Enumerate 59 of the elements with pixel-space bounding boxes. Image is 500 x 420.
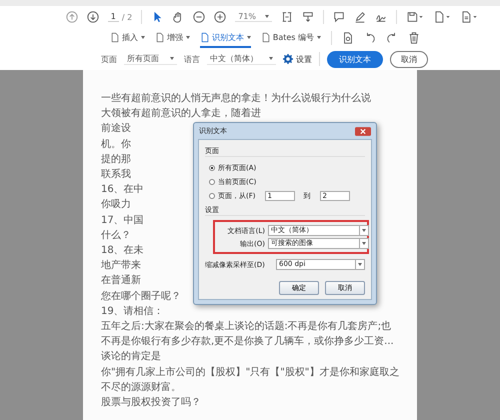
up-circle-icon[interactable] [66,11,78,23]
document-text-line: 机。你 [101,138,131,152]
document-text-line: 一些有超前意识的人悄无声息的拿走！为什么说银行为什么说 [101,92,371,106]
tool-tab[interactable]: 识别文本 [200,28,251,48]
document-text-line: 18、在未 [101,244,144,258]
undo-icon[interactable] [364,32,376,44]
page-number-field[interactable]: 1 [108,12,119,22]
radio-button[interactable] [209,179,215,185]
document-icon [110,32,120,42]
document-text-line: 地产带来 [101,258,141,274]
document-text-line: 你吸力 [101,198,131,212]
scroll-mode-icon[interactable] [302,11,314,23]
recognize-text-button[interactable]: 识别文本 [327,50,383,68]
page-total: / 2 [122,12,132,22]
document-text-line: 股票与股权投资了吗？ [101,396,201,410]
fit-page-icon[interactable] [281,11,293,23]
page-label: 页面 [101,54,117,64]
document-text-line: 16、在中 [101,182,144,198]
page-icon[interactable] [433,11,451,23]
zoom-in-icon[interactable] [214,11,226,23]
document-text-line: 联系我 [101,168,131,182]
document-search-icon[interactable] [342,32,354,44]
zoom-out-icon[interactable] [193,11,206,23]
save-icon[interactable] [406,11,424,23]
language-label: 语言 [184,54,200,64]
trash-icon[interactable] [408,32,420,44]
document-text-line: 不尽的源源财富。 [101,380,181,395]
document-text-line: 17、中国 [101,214,144,228]
document-text-line: 19、请相信： [101,304,164,319]
tool-tab[interactable]: 增强 [154,28,190,48]
document-text-line: 提的那 [101,152,131,167]
pen-icon[interactable] [354,11,366,23]
document-text-line: 谈论的肯定是 [101,350,161,364]
document-text-line: 您在哪个圈子呢？ [101,290,181,304]
document-text-line: 前途设 [101,122,131,136]
zoom-dropdown[interactable]: 71% [235,12,272,22]
document-text-line: 五年之后:大家在聚会的餐桌上谈论的话题:不再是你有几套房产;也 [101,320,392,334]
document-icon [154,32,165,42]
radio-button[interactable] [209,193,215,199]
tool-tab[interactable]: Bates 编号 [260,28,321,48]
document-text-line: 在普通新 [101,274,141,288]
document-text-line: 不再是你银行有多少存款,更不是你换了几辆车，或你挣多少工资... [101,334,394,350]
document-text-line: 什么？ [101,228,131,243]
language-dropdown[interactable]: 中文（简体） [207,53,276,65]
tool-tab[interactable]: 插入 [110,28,145,48]
down-circle-icon[interactable] [86,11,99,23]
cancel-button[interactable]: 取消 [390,50,428,68]
document-icon [260,32,271,42]
document-text-line: 你"拥有几家上市公司的【股权】"只有【"股权"】才是你和家庭取之 [101,366,400,380]
redo-icon[interactable] [386,32,398,44]
page-dropdown[interactable]: 所有页面 [124,53,177,65]
close-icon[interactable] [355,126,371,136]
document-icon [200,32,210,42]
settings-button[interactable]: 设置 [283,54,312,64]
document-text-line: 大领被有超前意识的人拿走，随着进 [101,106,261,122]
radio-button[interactable] [209,165,215,171]
settings-icon [283,54,293,64]
document-icon[interactable] [460,11,478,23]
comment-icon[interactable] [333,11,345,23]
